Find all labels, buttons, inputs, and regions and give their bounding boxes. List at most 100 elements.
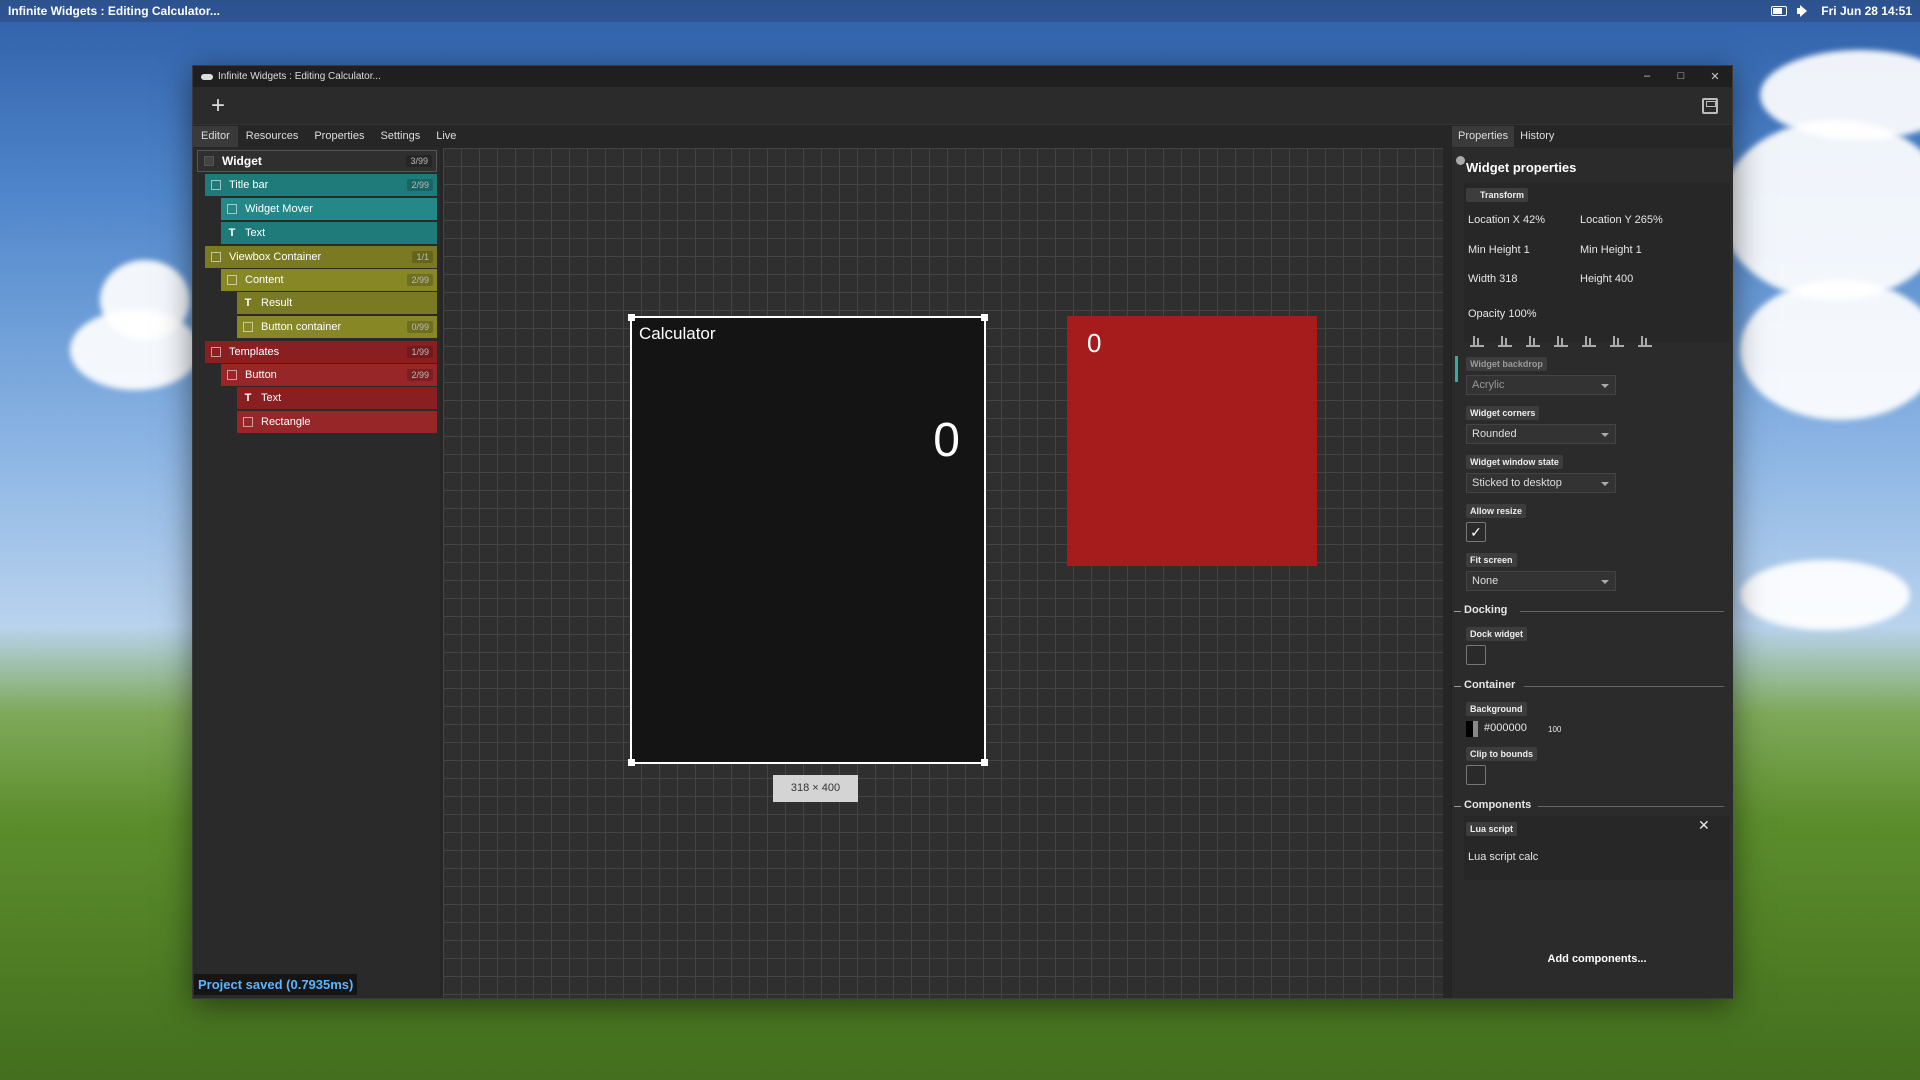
window-titlebar[interactable]: Infinite Widgets : Editing Calculator...…	[193, 66, 1732, 87]
resize-handle[interactable]	[628, 759, 635, 766]
transform-chip: Transform	[1466, 188, 1528, 202]
tree-node-text[interactable]: T Text	[237, 387, 437, 409]
tab-properties[interactable]: Properties	[306, 126, 372, 147]
docking-heading: Docking	[1464, 604, 1507, 616]
allow-resize-checkbox[interactable]: ✓	[1466, 522, 1486, 542]
tree-node-rectangle[interactable]: Rectangle	[237, 411, 437, 433]
design-canvas[interactable]: Calculator 0 318 × 400 0	[443, 148, 1443, 998]
battery-icon[interactable]	[1771, 6, 1787, 16]
background-value[interactable]: #000000	[1484, 722, 1527, 734]
mover-icon	[227, 204, 237, 214]
widget-title: Calculator	[639, 324, 716, 344]
location-y[interactable]: Location Y 265%	[1580, 214, 1663, 226]
tree-node-label: Result	[261, 297, 292, 309]
location-x[interactable]: Location X 42%	[1468, 214, 1545, 226]
container-section[interactable]: Container	[1452, 678, 1732, 694]
tab-resources[interactable]: Resources	[238, 126, 307, 147]
tab-live[interactable]: Live	[428, 126, 464, 147]
tree-node-button[interactable]: Button 2/99	[221, 364, 437, 386]
container-icon	[204, 156, 214, 166]
cloud	[1740, 280, 1920, 420]
resize-handle[interactable]	[628, 314, 635, 321]
add-icon[interactable]: +	[207, 95, 229, 117]
tab-settings[interactable]: Settings	[372, 126, 428, 147]
tab-history[interactable]: History	[1514, 126, 1560, 147]
align-right-icon[interactable]	[1526, 335, 1540, 347]
child-count: 1/1	[412, 251, 433, 263]
tree-node-templates[interactable]: Templates 1/99	[205, 341, 437, 363]
height-value[interactable]: Height 400	[1580, 273, 1633, 285]
tree-node-result[interactable]: T Result	[237, 292, 437, 314]
save-icon[interactable]	[1702, 98, 1718, 114]
template-preview[interactable]: 0	[1067, 316, 1317, 566]
align-middle-icon[interactable]	[1582, 335, 1596, 347]
fill-icon[interactable]	[1638, 335, 1652, 347]
tree-node-text[interactable]: T Text	[221, 222, 437, 244]
minimize-button[interactable]: –	[1630, 70, 1664, 83]
cloud	[1740, 560, 1910, 630]
width-value[interactable]: Width 318	[1468, 273, 1518, 285]
align-top-icon[interactable]	[1554, 335, 1568, 347]
child-count: 1/99	[407, 346, 433, 358]
corners-select[interactable]: Rounded	[1466, 424, 1616, 444]
fit-screen-select[interactable]: None	[1466, 571, 1616, 591]
hierarchy-tree: Widget 3/99 Title bar 2/99 Widget Mover …	[193, 148, 440, 998]
min-height[interactable]: Min Height 1	[1580, 244, 1642, 256]
app-logo-icon	[201, 74, 213, 80]
components-section[interactable]: Components	[1452, 798, 1732, 814]
window-state-label: Widget window state	[1466, 455, 1563, 469]
collapse-icon	[1454, 686, 1461, 687]
clock[interactable]: Fri Jun 28 14:51	[1821, 4, 1912, 18]
backdrop-select[interactable]: Acrylic	[1466, 375, 1616, 395]
close-button[interactable]: ✕	[1698, 70, 1732, 83]
child-count: 3/99	[406, 155, 432, 167]
tree-node-viewbox-container[interactable]: Viewbox Container 1/1	[205, 246, 437, 268]
align-center-icon[interactable]	[1498, 335, 1512, 347]
tree-node-widget-mover[interactable]: Widget Mover	[221, 198, 437, 220]
resize-handle[interactable]	[981, 314, 988, 321]
container-icon	[227, 370, 237, 380]
properties-panel: Properties History Widget properties Tra…	[1451, 148, 1733, 998]
maximize-button[interactable]: □	[1664, 70, 1698, 83]
volume-icon[interactable]	[1797, 5, 1811, 17]
container-icon	[211, 180, 221, 190]
cloud	[1720, 120, 1920, 300]
allow-resize-label: Allow resize	[1466, 504, 1526, 518]
tab-properties-panel[interactable]: Properties	[1452, 126, 1514, 147]
properties-heading: Widget properties	[1466, 160, 1576, 175]
components-heading: Components	[1464, 799, 1531, 811]
window-state-select[interactable]: Sticked to desktop	[1466, 473, 1616, 493]
align-bottom-icon[interactable]	[1610, 335, 1624, 347]
tab-editor[interactable]: Editor	[193, 126, 238, 147]
background-swatch[interactable]	[1466, 721, 1478, 737]
dock-widget-checkbox[interactable]	[1466, 645, 1486, 665]
tree-node-button-container[interactable]: Button container 0/99	[237, 316, 437, 338]
child-count: 2/99	[407, 274, 433, 286]
accent-bar	[1455, 356, 1458, 382]
tree-node-label: Button	[245, 369, 277, 381]
resize-handle[interactable]	[981, 759, 988, 766]
container-icon	[211, 252, 221, 262]
status-message: Project saved (0.7935ms)	[194, 974, 357, 995]
divider	[1520, 611, 1724, 612]
min-height[interactable]: Min Height 1	[1468, 244, 1530, 256]
docking-section[interactable]: Docking	[1452, 603, 1732, 619]
tree-node-label: Viewbox Container	[229, 251, 321, 263]
remove-component-icon[interactable]: ✕	[1698, 817, 1710, 834]
tree-node-title-bar[interactable]: Title bar 2/99	[205, 174, 437, 196]
opacity-value[interactable]: Opacity 100%	[1468, 308, 1536, 320]
tree-node-widget[interactable]: Widget 3/99	[197, 150, 437, 172]
lua-script-value[interactable]: Lua script calc	[1468, 851, 1538, 863]
align-left-icon[interactable]	[1470, 335, 1484, 347]
add-components-button[interactable]: Add components...	[1464, 948, 1730, 970]
properties-tabs: Properties History	[1452, 126, 1560, 147]
collapse-icon	[1454, 806, 1461, 807]
tree-node-content[interactable]: Content 2/99	[221, 269, 437, 291]
fit-screen-label: Fit screen	[1466, 553, 1517, 567]
text-icon: T	[243, 297, 253, 309]
background-alpha[interactable]: 100	[1548, 725, 1561, 734]
calculator-widget[interactable]: Calculator 0	[630, 316, 986, 764]
preview-value: 0	[1087, 328, 1101, 359]
clip-to-bounds-checkbox[interactable]	[1466, 765, 1486, 785]
tree-node-label: Text	[245, 227, 265, 239]
